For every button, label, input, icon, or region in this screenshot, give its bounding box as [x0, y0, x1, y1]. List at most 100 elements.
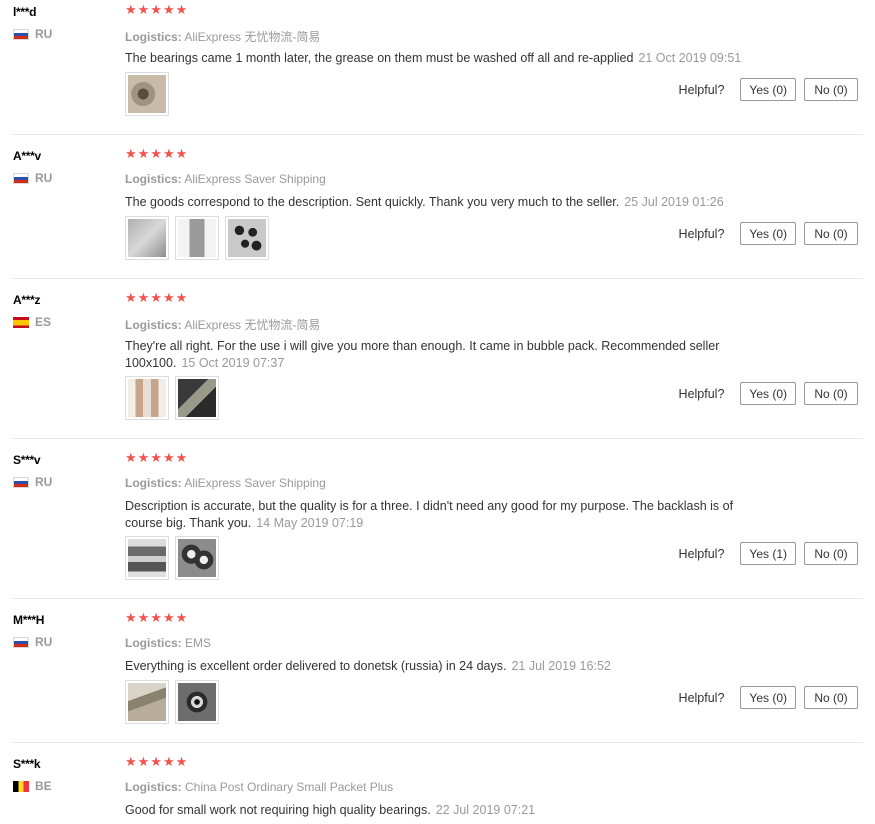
logistics-label: Logistics: — [125, 636, 182, 650]
vote-no-button[interactable]: No (0) — [804, 382, 858, 405]
review-content: Description is accurate, but the quality… — [125, 498, 755, 532]
review-date: 22 Jul 2019 07:21 — [435, 803, 536, 817]
review-content: They're all right. For the use i will gi… — [125, 338, 735, 372]
vote-no-button[interactable]: No (0) — [804, 686, 858, 709]
user-name: S***v — [13, 453, 41, 467]
review-content: Good for small work not requiring high q… — [125, 802, 745, 819]
user-country: RU — [13, 27, 52, 41]
logistics-value: EMS — [185, 636, 212, 650]
review-photo[interactable] — [175, 680, 219, 724]
user-name: S***k — [13, 757, 41, 771]
review-item: M***H RU ★★★★★ Logistics: EMS Everything… — [0, 610, 875, 743]
user-country: ES — [13, 315, 51, 329]
review-photo[interactable] — [125, 216, 169, 260]
flag-ru-icon — [13, 476, 29, 488]
star-rating: ★★★★★ — [125, 755, 189, 770]
divider — [12, 278, 863, 279]
vote-yes-button[interactable]: Yes (0) — [740, 222, 796, 245]
helpful-votes: Helpful? Yes (0) No (0) — [679, 686, 858, 709]
review-text: Description is accurate, but the quality… — [125, 499, 734, 530]
country-code: ES — [35, 315, 52, 329]
review-content: Everything is excellent order delivered … — [125, 658, 745, 675]
review-item: l***d RU ★★★★★ Logistics: AliExpress 无忧物… — [0, 2, 875, 135]
helpful-votes: Helpful? Yes (0) No (0) — [679, 78, 858, 101]
user-name: l***d — [13, 5, 37, 19]
review-photos — [125, 376, 219, 420]
review-photos — [125, 680, 219, 724]
review-photo[interactable] — [125, 536, 169, 580]
star-rating: ★★★★★ — [125, 291, 189, 306]
logistics-info: Logistics: AliExpress Saver Shipping — [125, 172, 326, 186]
logistics-info: Logistics: AliExpress 无忧物流-简易 — [125, 316, 320, 333]
vote-yes-button[interactable]: Yes (0) — [740, 686, 796, 709]
vote-yes-button[interactable]: Yes (0) — [740, 78, 796, 101]
country-code: RU — [35, 635, 53, 649]
logistics-label: Logistics: — [125, 476, 182, 490]
review-text: The bearings came 1 month later, the gre… — [125, 51, 634, 65]
vote-yes-button[interactable]: Yes (1) — [740, 542, 796, 565]
review-photo[interactable] — [175, 216, 219, 260]
star-rating: ★★★★★ — [125, 451, 189, 466]
review-photo[interactable] — [175, 536, 219, 580]
helpful-label: Helpful? — [678, 386, 725, 401]
logistics-value: AliExpress Saver Shipping — [184, 476, 326, 490]
review-date: 21 Jul 2019 16:52 — [511, 659, 611, 673]
user-country: RU — [13, 475, 52, 489]
review-photo[interactable] — [125, 376, 169, 420]
flag-ru-icon — [13, 636, 29, 648]
vote-no-button[interactable]: No (0) — [804, 222, 858, 245]
review-content: The bearings came 1 month later, the gre… — [125, 50, 745, 67]
country-code: BE — [35, 779, 52, 793]
vote-no-button[interactable]: No (0) — [804, 78, 858, 101]
helpful-label: Helpful? — [678, 546, 725, 561]
user-country: BE — [13, 779, 52, 793]
review-date: 15 Oct 2019 07:37 — [181, 356, 285, 370]
user-country: RU — [13, 171, 52, 185]
helpful-votes: Helpful? Yes (0) No (0) — [679, 382, 858, 405]
review-photos — [125, 536, 219, 580]
flag-ru-icon — [13, 28, 29, 40]
logistics-value: AliExpress Saver Shipping — [184, 172, 326, 186]
review-photo[interactable] — [175, 376, 219, 420]
user-name: M***H — [13, 613, 45, 627]
logistics-value: AliExpress 无忧物流-简易 — [184, 30, 321, 44]
review-item: S***v RU ★★★★★ Logistics: AliExpress Sav… — [0, 450, 875, 599]
helpful-label: Helpful? — [678, 82, 725, 97]
review-date: 25 Jul 2019 01:26 — [624, 195, 724, 209]
star-rating: ★★★★★ — [125, 3, 189, 18]
logistics-value: China Post Ordinary Small Packet Plus — [185, 780, 394, 794]
review-photo[interactable] — [125, 72, 169, 116]
logistics-label: Logistics: — [125, 780, 182, 794]
review-date: 14 May 2019 07:19 — [256, 516, 364, 530]
helpful-votes: Helpful? Yes (1) No (0) — [679, 542, 858, 565]
review-photos — [125, 72, 169, 116]
logistics-label: Logistics: — [125, 172, 182, 186]
star-rating: ★★★★★ — [125, 147, 189, 162]
review-text: Good for small work not requiring high q… — [125, 803, 431, 817]
divider — [12, 438, 863, 439]
user-country: RU — [13, 635, 52, 649]
divider — [12, 134, 863, 135]
star-rating: ★★★★★ — [125, 611, 189, 626]
flag-ru-icon — [13, 172, 29, 184]
country-code: RU — [35, 171, 53, 185]
review-item: A***v RU ★★★★★ Logistics: AliExpress Sav… — [0, 146, 875, 279]
logistics-info: Logistics: AliExpress 无忧物流-简易 — [125, 28, 320, 45]
review-date: 21 Oct 2019 09:51 — [638, 51, 742, 65]
review-photo[interactable] — [125, 680, 169, 724]
review-content: The goods correspond to the description.… — [125, 194, 745, 211]
flag-es-icon — [13, 316, 29, 328]
vote-no-button[interactable]: No (0) — [804, 542, 858, 565]
logistics-info: Logistics: China Post Ordinary Small Pac… — [125, 780, 393, 794]
review-photos — [125, 216, 269, 260]
user-name: A***z — [13, 293, 41, 307]
logistics-info: Logistics: AliExpress Saver Shipping — [125, 476, 326, 490]
divider — [12, 598, 863, 599]
flag-be-icon — [13, 780, 29, 792]
helpful-label: Helpful? — [678, 690, 725, 705]
helpful-label: Helpful? — [678, 226, 725, 241]
vote-yes-button[interactable]: Yes (0) — [740, 382, 796, 405]
review-item: A***z ES ★★★★★ Logistics: AliExpress 无忧物… — [0, 290, 875, 439]
review-photo[interactable] — [225, 216, 269, 260]
logistics-label: Logistics: — [125, 318, 182, 332]
